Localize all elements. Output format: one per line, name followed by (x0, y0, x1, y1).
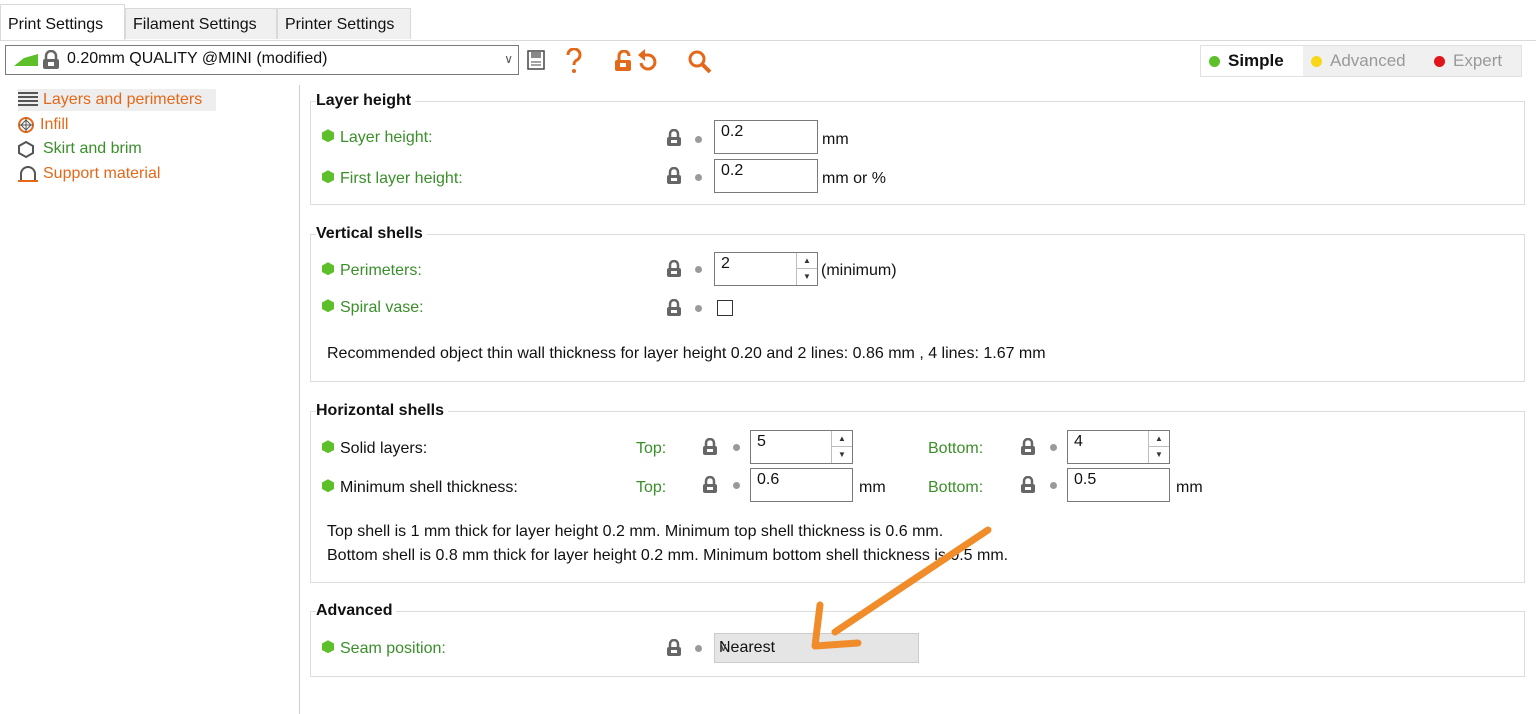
lock-icon[interactable] (702, 438, 718, 456)
lock-icon[interactable] (666, 167, 682, 185)
question-icon[interactable] (565, 48, 583, 74)
green-dot-icon (1209, 56, 1220, 68)
save-icon[interactable] (527, 50, 545, 70)
red-dot-icon (1434, 56, 1445, 68)
top-shell-note: Top shell is 1 mm thick for layer height… (327, 523, 944, 540)
bottom-label: Bottom: (928, 479, 984, 496)
bullet-icon (1050, 482, 1057, 489)
group-title-horizontal-shells: Horizontal shells (316, 402, 449, 420)
mode-switch: Simple Advanced Expert (1200, 45, 1522, 77)
unit-label: (minimum) (821, 262, 897, 279)
unit-label: mm (859, 479, 886, 496)
lock-icon[interactable] (702, 476, 718, 494)
spin-down-icon[interactable]: ▼ (1149, 447, 1169, 462)
unit-label: mm (1176, 479, 1203, 496)
lock-icon[interactable] (666, 260, 682, 278)
bottom-label: Bottom: (928, 440, 984, 457)
layer-height-input[interactable]: 0.2 (714, 120, 818, 154)
undo-icon[interactable] (636, 49, 658, 73)
simple-mode-icon (322, 170, 334, 184)
spiral-vase-checkbox[interactable] (717, 300, 733, 316)
tab-bar: Print Settings Filament Settings Printer… (0, 0, 1536, 41)
settings-tree: Layers and perimeters Infill Skirt and b… (0, 85, 300, 714)
flag-icon (14, 54, 38, 66)
tab-print-settings[interactable]: Print Settings (0, 4, 125, 40)
option-seam-position: Seam position: (322, 640, 446, 658)
thin-wall-note: Recommended object thin wall thickness f… (327, 345, 1046, 362)
bullet-icon (733, 482, 740, 489)
option-min-shell-thickness: Minimum shell thickness: (322, 479, 518, 497)
group-title-vertical-shells: Vertical shells (316, 225, 427, 243)
group-title-advanced: Advanced (316, 602, 397, 620)
mode-advanced-button[interactable]: Advanced (1305, 46, 1429, 76)
layers-icon (18, 92, 38, 106)
bullet-icon (695, 645, 702, 652)
support-icon (18, 166, 38, 182)
tab-filament-settings[interactable]: Filament Settings (125, 8, 277, 39)
spin-buttons[interactable]: ▲ ▼ (796, 253, 817, 285)
bottom-shell-note: Bottom shell is 0.8 mm thick for layer h… (327, 547, 1009, 564)
bullet-icon (695, 305, 702, 312)
top-label: Top: (636, 440, 667, 457)
option-first-layer-height: First layer height: (322, 170, 463, 188)
group-title-layer-height: Layer height (316, 92, 416, 110)
infill-icon (18, 117, 34, 133)
option-spiral-vase: Spiral vase: (322, 299, 424, 317)
simple-mode-icon (322, 479, 334, 493)
bullet-icon (695, 266, 702, 273)
lock-icon[interactable] (666, 299, 682, 317)
simple-mode-icon (322, 640, 334, 654)
tab-printer-settings[interactable]: Printer Settings (277, 8, 411, 39)
solid-layers-bottom-spinbox[interactable]: 4 ▲ ▼ (1067, 430, 1170, 464)
chevron-down-icon: ∨ (719, 640, 728, 654)
option-layer-height: Layer height: (322, 129, 433, 147)
skirt-icon (18, 141, 34, 159)
spin-up-icon[interactable]: ▲ (1149, 431, 1169, 447)
unit-label: mm or % (822, 170, 886, 187)
min-shell-top-input[interactable]: 0.6 (750, 468, 853, 502)
lock-icon[interactable] (666, 129, 682, 147)
bullet-icon (695, 136, 702, 143)
top-label: Top: (636, 479, 667, 496)
spin-buttons[interactable]: ▲ ▼ (831, 431, 852, 463)
chevron-down-icon: ∨ (504, 52, 513, 66)
mode-expert-button[interactable]: Expert (1431, 46, 1523, 76)
preset-value: 0.20mm QUALITY @MINI (modified) (67, 50, 328, 67)
spin-buttons[interactable]: ▲ ▼ (1148, 431, 1169, 463)
unit-label: mm (822, 131, 849, 148)
simple-mode-icon (322, 299, 334, 313)
bullet-icon (695, 174, 702, 181)
spin-down-icon[interactable]: ▼ (797, 269, 817, 284)
mode-simple-button[interactable]: Simple (1201, 46, 1303, 76)
first-layer-height-input[interactable]: 0.2 (714, 159, 818, 193)
min-shell-bottom-input[interactable]: 0.5 (1067, 468, 1170, 502)
preset-combo[interactable]: 0.20mm QUALITY @MINI (modified) ∨ (5, 45, 519, 75)
option-perimeters: Perimeters: (322, 262, 422, 280)
simple-mode-icon (322, 440, 334, 454)
seam-position-select[interactable]: Nearest ∨ (714, 633, 919, 663)
lock-icon[interactable] (1020, 476, 1036, 494)
spin-up-icon[interactable]: ▲ (797, 253, 817, 269)
spin-down-icon[interactable]: ▼ (832, 447, 852, 462)
bullet-icon (733, 444, 740, 451)
yellow-dot-icon (1311, 56, 1322, 68)
unlock-icon[interactable] (614, 50, 632, 72)
lock-icon[interactable] (1020, 438, 1036, 456)
simple-mode-icon (322, 262, 334, 276)
group-layer-height (310, 101, 1525, 205)
perimeters-spinbox[interactable]: 2 ▲ ▼ (714, 252, 818, 286)
lock-icon (43, 50, 59, 69)
solid-layers-top-spinbox[interactable]: 5 ▲ ▼ (750, 430, 853, 464)
tree-item-layers[interactable]: Layers and perimeters (18, 89, 216, 111)
bullet-icon (1050, 444, 1057, 451)
lock-icon[interactable] (666, 639, 682, 657)
search-icon[interactable] (687, 49, 713, 75)
simple-mode-icon (322, 129, 334, 143)
spin-up-icon[interactable]: ▲ (832, 431, 852, 447)
option-solid-layers: Solid layers: (322, 440, 427, 458)
